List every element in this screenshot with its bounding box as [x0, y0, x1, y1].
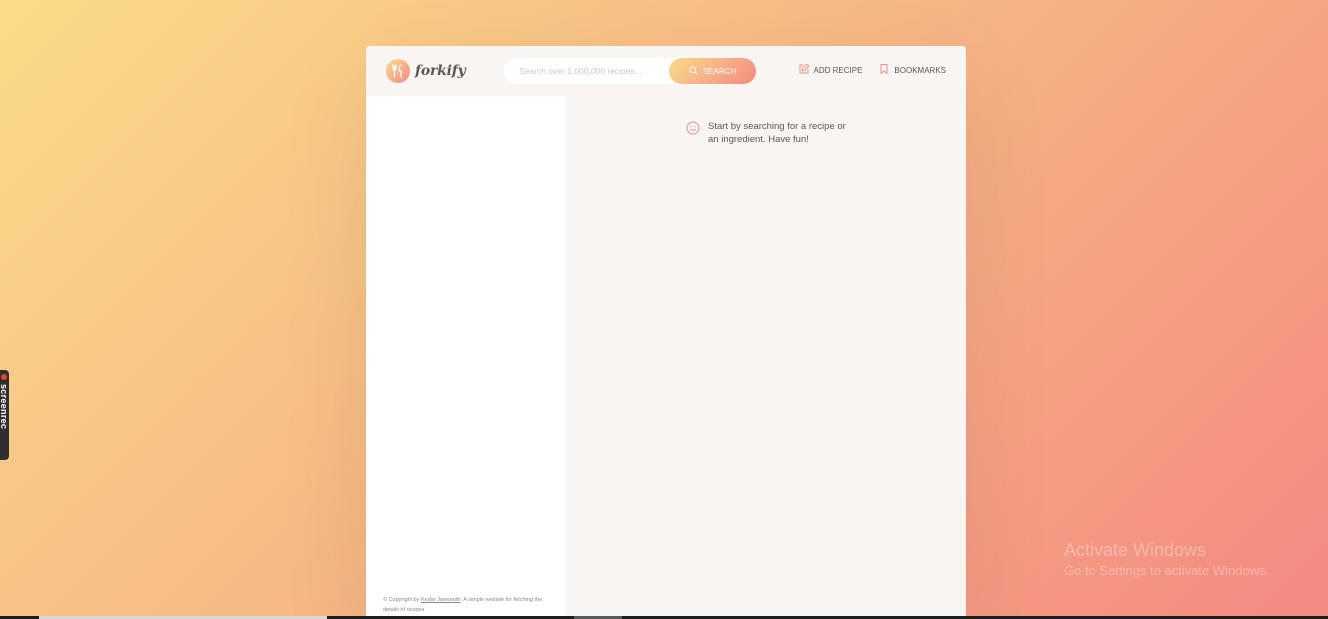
- smile-icon: [686, 120, 700, 146]
- search-results-panel: © Copyright by Kedar Jaswanth. A simple …: [366, 96, 566, 619]
- activate-windows-watermark: Activate Windows Go to Settings to activ…: [1064, 540, 1269, 578]
- bookmarks-label: Bookmarks: [894, 65, 946, 75]
- start-message: Start by searching for a recipe or an in…: [686, 120, 848, 146]
- screenrec-widget[interactable]: screenrec: [0, 370, 9, 460]
- record-icon: [1, 374, 7, 380]
- edit-icon: [798, 63, 810, 77]
- add-recipe-button[interactable]: Add recipe: [798, 63, 863, 77]
- bookmarks-button[interactable]: Bookmarks: [878, 63, 946, 77]
- copyright-author-link[interactable]: Kedar Jaswanth: [421, 597, 460, 603]
- nav: Add recipe Bookmarks: [798, 63, 946, 77]
- search-icon: [689, 65, 698, 77]
- logo[interactable]: forkify: [386, 59, 466, 83]
- start-message-text: Start by searching for a recipe or an in…: [708, 121, 846, 145]
- bookmark-icon: [878, 63, 890, 77]
- fork-knife-icon: [386, 59, 410, 83]
- search-button-label: Search: [702, 66, 737, 76]
- search-input[interactable]: [504, 58, 669, 84]
- screenrec-label: screenrec: [0, 384, 9, 430]
- search-button[interactable]: Search: [669, 58, 756, 84]
- watermark-subtitle: Go to Settings to activate Windows.: [1064, 563, 1270, 578]
- forkify-app: forkify Search over 1,000,000 recipes...…: [366, 46, 966, 619]
- logo-text: forkify: [415, 63, 466, 79]
- watermark-title: Activate Windows: [1064, 540, 1207, 560]
- copyright: © Copyright by Kedar Jaswanth. A simple …: [383, 596, 553, 615]
- copyright-prefix: © Copyright by: [383, 597, 421, 603]
- add-recipe-label: Add recipe: [813, 65, 863, 75]
- recipe-panel: Start by searching for a recipe or an in…: [566, 96, 966, 619]
- search-form: Search: [504, 58, 756, 84]
- header: forkify Search over 1,000,000 recipes...…: [366, 46, 966, 96]
